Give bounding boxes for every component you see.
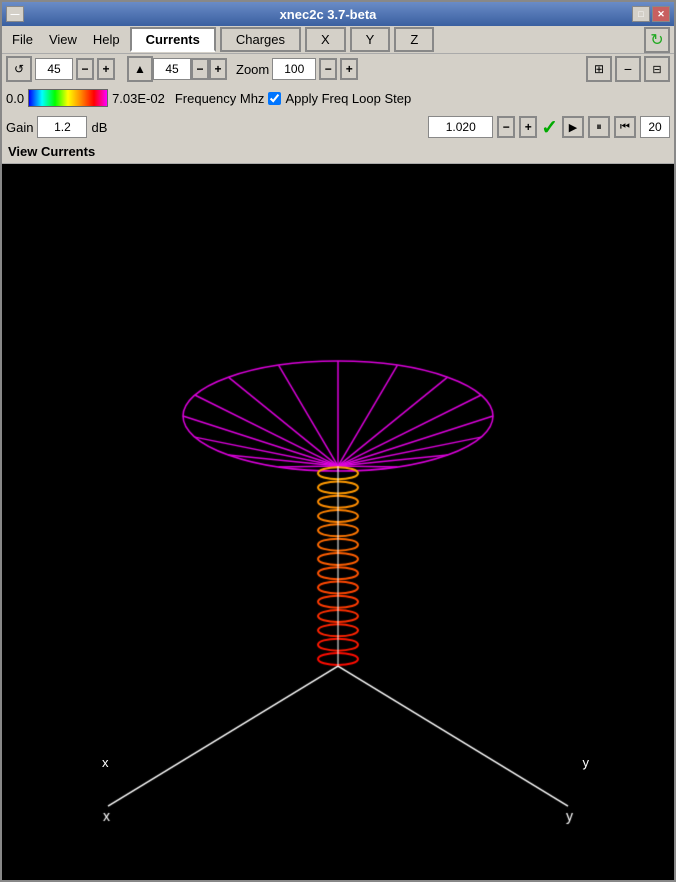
titlebar-left-buttons: — xyxy=(2,6,24,22)
view-icon1[interactable]: ⊞ xyxy=(586,56,612,82)
x-axis-label: x xyxy=(102,755,109,770)
y-axis-label: y xyxy=(583,755,590,770)
freq-plus[interactable]: + xyxy=(519,116,537,138)
gain-label: Gain xyxy=(6,120,33,135)
apply-freq-checkbox[interactable] xyxy=(268,92,281,105)
freq-label: Frequency Mhz xyxy=(175,91,265,106)
toolbar-frequency: 0.0 7.03E-02 Frequency Mhz Apply Freq Lo… xyxy=(2,84,674,112)
tab-x[interactable]: X xyxy=(305,27,346,52)
toolbar-angles: ↺ − + ▲ − + Zoom − + ⊞ − ⊟ xyxy=(2,54,674,84)
apply-freq-label: Apply Freq Loop Step xyxy=(285,91,411,106)
tab-y[interactable]: Y xyxy=(350,27,391,52)
zoom-minus[interactable]: − xyxy=(319,58,337,80)
color-scale xyxy=(28,89,108,107)
tab-charges[interactable]: Charges xyxy=(220,27,301,52)
check-icon: ✓ xyxy=(541,115,558,140)
maximize-button[interactable]: □ xyxy=(632,6,650,22)
main-window: — xnec2c 3.7-beta □ ✕ File View Help Cur… xyxy=(0,0,676,882)
step-input[interactable] xyxy=(640,116,670,138)
redo-icon: ↻ xyxy=(650,30,663,50)
minimize-button[interactable]: — xyxy=(6,6,24,22)
tab-currents[interactable]: Currents xyxy=(130,27,216,52)
angle1-minus[interactable]: − xyxy=(76,58,94,80)
db-label: dB xyxy=(91,120,107,135)
file-menu[interactable]: File xyxy=(6,30,39,49)
pause-button[interactable]: ⏸ xyxy=(588,116,610,138)
view-icon2[interactable]: − xyxy=(615,56,641,82)
window-title: xnec2c 3.7-beta xyxy=(24,7,632,22)
rewind-button[interactable]: ⏮ xyxy=(614,116,636,138)
view-icon3[interactable]: ⊟ xyxy=(644,56,670,82)
reset-button[interactable]: ↺ xyxy=(6,56,32,82)
redo-button[interactable]: ↻ xyxy=(644,27,670,53)
menu-bar: File View Help Currents Charges X Y Z ↻ xyxy=(2,26,674,54)
titlebar-right-buttons: □ ✕ xyxy=(632,6,674,22)
zoom-label: Zoom xyxy=(236,62,269,77)
angle1-input[interactable] xyxy=(35,58,73,80)
zoom-input[interactable] xyxy=(272,58,316,80)
angle2-input[interactable] xyxy=(153,58,191,80)
angle2-plus[interactable]: + xyxy=(209,58,227,80)
close-button[interactable]: ✕ xyxy=(652,6,670,22)
freq-minus[interactable]: − xyxy=(497,116,515,138)
scale-min: 0.0 xyxy=(6,91,24,106)
tab-z[interactable]: Z xyxy=(394,27,434,52)
titlebar: — xnec2c 3.7-beta □ ✕ xyxy=(2,2,674,26)
gain-input[interactable] xyxy=(37,116,87,138)
play-button[interactable]: ▶ xyxy=(562,116,584,138)
visualization-canvas xyxy=(2,164,674,880)
view-currents-label: View Currents xyxy=(2,142,674,164)
angle2-control: ▲ − + xyxy=(127,56,227,82)
angle2-minus[interactable]: − xyxy=(191,58,209,80)
zoom-plus[interactable]: + xyxy=(340,58,358,80)
angle1-plus[interactable]: + xyxy=(97,58,115,80)
scale-max: 7.03E-02 xyxy=(112,91,165,106)
help-menu[interactable]: Help xyxy=(87,30,126,49)
angle2-arrow[interactable]: ▲ xyxy=(127,56,153,82)
view-menu[interactable]: View xyxy=(43,30,83,49)
freq-value-input[interactable] xyxy=(428,116,493,138)
canvas-area: x y xyxy=(2,164,674,880)
toolbar-gain: Gain dB − + ✓ ▶ ⏸ ⏮ xyxy=(2,112,674,142)
